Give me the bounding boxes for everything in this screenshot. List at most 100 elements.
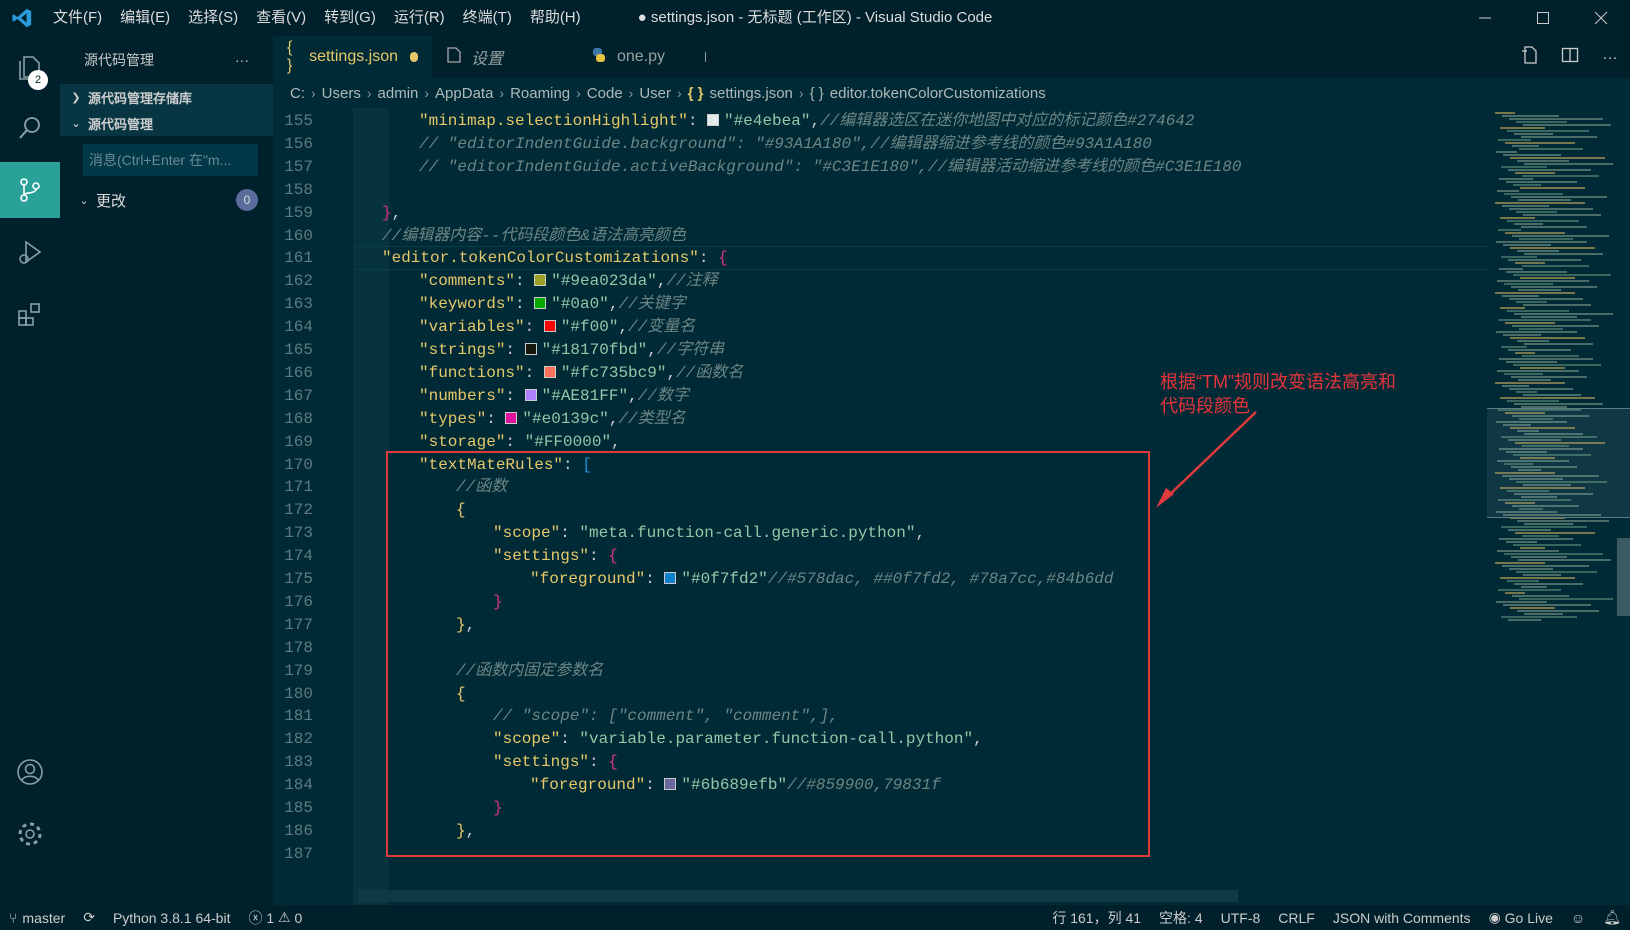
color-swatch[interactable] bbox=[524, 343, 537, 355]
changes-count-badge: 0 bbox=[236, 189, 258, 211]
code-text: // "editorIndentGuide.background": "#93A… bbox=[419, 133, 1152, 157]
code-token: "foreground" bbox=[530, 776, 646, 795]
code-token: "functions" bbox=[419, 363, 525, 382]
code-token: , bbox=[647, 341, 657, 359]
breadcrumb-item[interactable]: Users bbox=[322, 85, 361, 102]
source-control-sidebar: 源代码管理 ··· ❯ 源代码管理存储库 ⌄ 源代码管理 消息(Ctrl+Ent… bbox=[60, 36, 273, 905]
line-number: 169 bbox=[284, 432, 313, 451]
code-token: { bbox=[718, 249, 728, 268]
close-icon[interactable] bbox=[1572, 0, 1630, 36]
breadcrumb-item[interactable]: AppData bbox=[435, 85, 493, 102]
language-mode[interactable]: JSON with Comments bbox=[1324, 910, 1480, 926]
minimize-icon[interactable] bbox=[1456, 0, 1514, 36]
minimap-line bbox=[1500, 397, 1595, 399]
feedback-icon[interactable]: ☺ bbox=[1562, 910, 1594, 926]
menu-item[interactable]: 运行(R) bbox=[385, 0, 454, 36]
minimap-line bbox=[1498, 139, 1531, 141]
tab-settings-ui[interactable]: 设置 bbox=[433, 36, 577, 78]
minimap-line bbox=[1505, 322, 1555, 324]
problems-indicator[interactable]: ⓧ 1 ⚠ 0 bbox=[239, 908, 311, 928]
explorer-icon[interactable]: 2 bbox=[0, 40, 60, 96]
encoding[interactable]: UTF-8 bbox=[1212, 910, 1270, 926]
unsaved-dot-icon[interactable] bbox=[705, 52, 706, 62]
more-actions-icon[interactable]: ··· bbox=[235, 52, 249, 68]
color-swatch[interactable] bbox=[534, 297, 547, 310]
menu-item[interactable]: 文件(F) bbox=[44, 0, 111, 36]
menu-item[interactable]: 帮助(H) bbox=[521, 0, 590, 36]
menu-item[interactable]: 查看(V) bbox=[247, 0, 315, 36]
breadcrumb-item[interactable]: Code bbox=[587, 85, 623, 102]
code-token: "variable.parameter.function-call.python… bbox=[579, 730, 974, 749]
branch-indicator[interactable]: ⑂ master bbox=[0, 910, 74, 926]
line-number: 181 bbox=[284, 707, 313, 726]
breadcrumb-item[interactable]: C: bbox=[290, 85, 305, 102]
python-interpreter[interactable]: Python 3.8.1 64-bit bbox=[104, 910, 240, 926]
maximize-icon[interactable] bbox=[1514, 0, 1572, 36]
cursor-position[interactable]: 行 161，列 41 bbox=[1043, 908, 1150, 928]
color-swatch[interactable] bbox=[543, 320, 556, 333]
color-swatch[interactable] bbox=[664, 778, 677, 791]
color-swatch[interactable] bbox=[505, 411, 518, 424]
menu-item[interactable]: 编辑(E) bbox=[111, 0, 179, 36]
commit-message-input[interactable]: 消息(Ctrl+Enter 在"m... bbox=[83, 144, 258, 176]
scm-section[interactable]: ⌄ 源代码管理 bbox=[60, 110, 273, 136]
color-swatch[interactable] bbox=[534, 274, 547, 287]
scm-repositories-section[interactable]: ❯ 源代码管理存储库 bbox=[60, 84, 273, 110]
minimap-line bbox=[1509, 568, 1553, 570]
breadcrumb-item[interactable]: User bbox=[639, 85, 671, 102]
search-icon[interactable] bbox=[0, 100, 60, 156]
indentation[interactable]: 空格: 4 bbox=[1150, 908, 1212, 928]
color-swatch[interactable] bbox=[543, 365, 556, 378]
horizontal-scrollbar[interactable] bbox=[358, 890, 1238, 902]
split-editor-icon[interactable] bbox=[1550, 46, 1590, 68]
changes-group[interactable]: ⌄ 更改 0 bbox=[60, 184, 273, 216]
notifications-bell-icon[interactable]: 🔔︎ bbox=[1594, 909, 1630, 926]
account-icon[interactable] bbox=[0, 744, 60, 800]
color-swatch[interactable] bbox=[524, 388, 537, 401]
menu-item[interactable]: 转到(G) bbox=[315, 0, 385, 36]
minimap-line bbox=[1507, 400, 1559, 402]
source-control-icon[interactable] bbox=[0, 162, 60, 218]
menu-item[interactable]: 终端(T) bbox=[454, 0, 521, 36]
tab-one-py[interactable]: one.py bbox=[577, 36, 721, 78]
line-number: 158 bbox=[284, 180, 313, 199]
code-token: } bbox=[456, 821, 466, 840]
sync-icon[interactable]: ⟳ bbox=[74, 909, 104, 926]
more-actions-icon[interactable]: ··· bbox=[1590, 49, 1630, 66]
breadcrumb-item[interactable]: admin bbox=[378, 85, 419, 102]
vertical-scrollbar[interactable] bbox=[1617, 538, 1630, 616]
go-live-button[interactable]: ◉ Go Live bbox=[1480, 909, 1562, 926]
code-line: 156 // "editorIndentGuide.background": "#… bbox=[273, 133, 1487, 157]
settings-gear-icon[interactable] bbox=[0, 806, 60, 862]
open-settings-ui-icon[interactable] bbox=[1510, 46, 1550, 68]
minimap-line bbox=[1516, 301, 1547, 303]
code-token: //函数名 bbox=[676, 363, 744, 382]
minimap-line bbox=[1508, 349, 1571, 351]
code-editor[interactable]: 155 "minimap.selectionHighlight": "#e4ebe… bbox=[273, 108, 1487, 905]
minimap[interactable] bbox=[1487, 108, 1630, 905]
code-line: 158 bbox=[273, 179, 1487, 203]
minimap-line bbox=[1498, 229, 1521, 231]
tab-settings-json[interactable]: { } settings.json bbox=[273, 36, 433, 78]
run-debug-icon[interactable] bbox=[0, 224, 60, 280]
unsaved-dot-icon[interactable] bbox=[410, 52, 418, 62]
end-of-line[interactable]: CRLF bbox=[1269, 910, 1324, 926]
minimap-line bbox=[1517, 340, 1549, 342]
code-line: 186}, bbox=[273, 820, 1487, 844]
color-swatch[interactable] bbox=[664, 572, 677, 584]
minimap-line bbox=[1514, 313, 1613, 315]
broadcast-icon: ◉ bbox=[1488, 909, 1501, 925]
minimap-viewport[interactable] bbox=[1487, 408, 1630, 518]
extensions-icon[interactable] bbox=[0, 286, 60, 342]
json-braces-icon: { } bbox=[809, 84, 824, 102]
code-line: 169 "storage": "#FF0000", bbox=[273, 431, 1487, 455]
minimap-line bbox=[1520, 367, 1565, 369]
code-text: }, bbox=[456, 614, 475, 638]
breadcrumb-item[interactable]: Roaming bbox=[510, 85, 570, 102]
color-swatch[interactable] bbox=[707, 114, 720, 126]
menu-item[interactable]: 选择(S) bbox=[179, 0, 247, 36]
minimap-line bbox=[1522, 175, 1599, 177]
code-text: }, bbox=[456, 820, 475, 844]
breadcrumb-symbol[interactable]: editor.tokenColorCustomizations bbox=[830, 85, 1046, 102]
breadcrumb-file[interactable]: settings.json bbox=[710, 85, 793, 102]
